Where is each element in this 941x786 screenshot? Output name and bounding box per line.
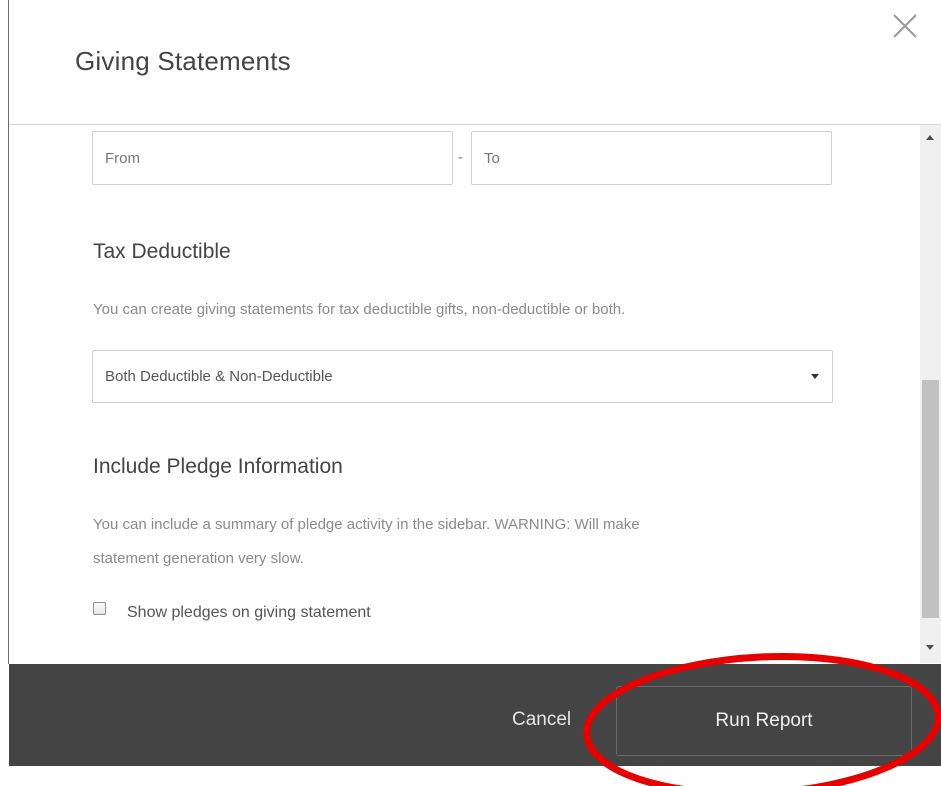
scroll-up-arrow-icon[interactable] [926,135,934,140]
to-date-input[interactable] [471,131,832,185]
close-icon[interactable] [891,12,919,40]
pledge-description-line1: You can include a summary of pledge acti… [93,516,640,533]
modal-scrollbar[interactable] [920,125,941,663]
modal-footer: Cancel Run Report [9,664,941,766]
tax-deductible-description: You can create giving statements for tax… [93,301,626,318]
pledge-heading: Include Pledge Information [93,455,343,478]
modal-title: Giving Statements [75,46,291,76]
show-pledges-checkbox[interactable] [93,602,106,615]
from-date-input[interactable] [92,131,453,185]
pledge-description-line2: statement generation very slow. [93,550,304,567]
scrollbar-thumb[interactable] [922,380,939,618]
show-pledges-label[interactable]: Show pledges on giving statement [127,604,371,622]
run-report-button[interactable]: Run Report [616,686,912,756]
tax-deductible-select[interactable]: Both Deductible & Non-Deductible [92,350,833,403]
tax-deductible-selected-value: Both Deductible & Non-Deductible [105,368,333,385]
chevron-down-icon [811,374,819,379]
modal-body: - Tax Deductible You can create giving s… [9,125,920,663]
range-separator: - [458,149,463,166]
tax-deductible-heading: Tax Deductible [93,240,231,263]
scroll-down-arrow-icon[interactable] [926,645,934,650]
giving-statements-modal: Giving Statements - Tax Deductible You c… [0,0,941,766]
cancel-button[interactable]: Cancel [512,709,571,731]
